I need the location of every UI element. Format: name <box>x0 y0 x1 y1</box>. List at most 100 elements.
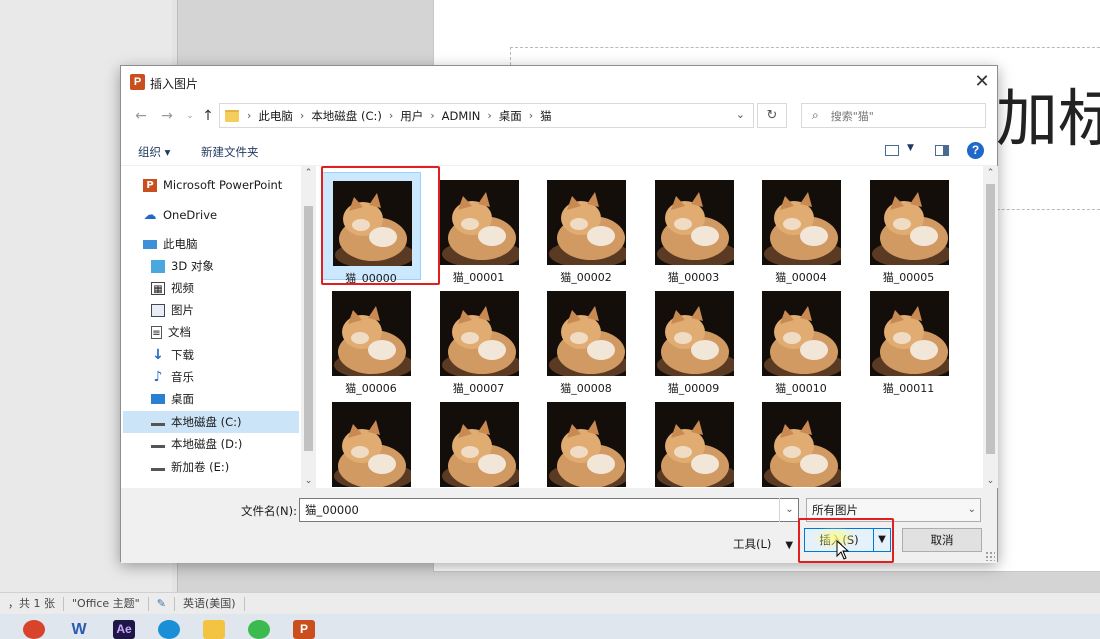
organize-button[interactable]: 组织 ▾ <box>138 144 170 160</box>
scrollbar-thumb[interactable] <box>304 206 313 451</box>
video-icon: ▦ <box>151 281 165 295</box>
powerpoint-icon: P <box>130 74 145 90</box>
nav-item-label: 桌面 <box>171 392 194 406</box>
file-item[interactable] <box>751 394 851 488</box>
drive-icon <box>151 418 165 426</box>
nav-item-label: 本地磁盘 (C:) <box>171 415 242 429</box>
refresh-button[interactable]: ↻ <box>757 103 787 128</box>
breadcrumb-this-pc[interactable]: 此电脑 <box>258 108 293 124</box>
file-item[interactable] <box>429 394 529 488</box>
nav-item-drive-e[interactable]: 新加卷 (E:) <box>123 456 299 478</box>
scrollbar-thumb[interactable] <box>986 184 995 454</box>
nav-item-label: 下载 <box>171 348 194 362</box>
file-item[interactable] <box>536 394 636 488</box>
chevron-down-icon[interactable]: ⌄ <box>301 476 316 486</box>
filename-input[interactable]: 猫_00000 <box>299 498 799 522</box>
breadcrumb-drive-c[interactable]: 本地磁盘 (C:) <box>311 108 382 124</box>
chevron-down-icon: ⌄ <box>967 504 976 515</box>
file-item[interactable]: 猫_00007 <box>429 283 529 395</box>
forward-button[interactable]: → <box>158 107 176 125</box>
chevron-down-icon[interactable]: ⌄ <box>779 498 799 522</box>
edge-icon[interactable] <box>158 620 180 639</box>
file-item[interactable]: 猫_00005 <box>859 172 959 284</box>
nav-item-downloads[interactable]: ↓ 下载 <box>123 344 299 366</box>
tools-button[interactable]: 工具(L) ▼ <box>733 536 793 552</box>
nav-item-label: Microsoft PowerPoint <box>163 178 283 192</box>
file-item[interactable]: 猫_00009 <box>644 283 744 395</box>
breadcrumb-admin[interactable]: ADMIN <box>442 109 481 123</box>
nav-item-powerpoint[interactable]: P Microsoft PowerPoint <box>123 174 299 196</box>
file-item[interactable] <box>321 394 421 488</box>
command-bar: 组织 ▾ 新建文件夹 ▼ ? <box>121 136 997 166</box>
chevron-down-icon[interactable]: ⌄ <box>736 108 745 121</box>
back-button[interactable]: ← <box>132 107 150 125</box>
mouse-cursor-icon <box>836 540 850 560</box>
file-thumbnail <box>332 402 411 487</box>
cube-icon <box>151 259 165 273</box>
download-icon: ↓ <box>152 346 164 363</box>
chevron-down-icon[interactable]: ⌄ <box>983 476 998 486</box>
highlight-selected-file <box>321 166 440 285</box>
picture-icon <box>151 303 165 317</box>
nav-item-drive-d[interactable]: 本地磁盘 (D:) <box>123 433 299 455</box>
breadcrumb-users[interactable]: 用户 <box>400 108 423 124</box>
file-thumbnail <box>332 291 411 376</box>
nav-item-3d-objects[interactable]: 3D 对象 <box>123 255 299 277</box>
file-item[interactable]: 猫_00006 <box>321 283 421 395</box>
nav-item-desktop[interactable]: 桌面 <box>123 388 299 410</box>
document-icon: ≡ <box>151 325 162 339</box>
nav-item-drive-c[interactable]: 本地磁盘 (C:) <box>123 411 299 433</box>
close-button[interactable]: ✕ <box>967 66 997 98</box>
chevron-up-icon[interactable]: ⌃ <box>983 168 998 178</box>
after-effects-icon[interactable]: Ae <box>113 620 135 639</box>
file-item[interactable]: 猫_00002 <box>536 172 636 284</box>
nav-pane-scrollbar[interactable]: ⌃ ⌄ <box>301 166 316 488</box>
cursor-highlight <box>813 526 857 550</box>
nav-item-this-pc[interactable]: 此电脑 <box>123 233 299 255</box>
chevron-up-icon[interactable]: ⌃ <box>301 168 316 178</box>
file-item[interactable]: 猫_00011 <box>859 283 959 395</box>
language[interactable]: 英语(美国) <box>175 596 245 611</box>
word-icon[interactable]: W <box>68 620 90 639</box>
nav-item-documents[interactable]: ≡ 文档 <box>123 321 299 343</box>
resize-grip[interactable] <box>985 551 995 561</box>
search-input[interactable]: ⌕ 搜索"猫" <box>801 103 986 128</box>
nav-item-onedrive[interactable]: ☁ OneDrive <box>123 204 299 226</box>
cancel-button[interactable]: 取消 <box>902 528 982 552</box>
file-explorer-icon[interactable] <box>203 620 225 639</box>
chevron-down-icon[interactable]: ▼ <box>907 143 914 153</box>
file-item[interactable]: 猫_00010 <box>751 283 851 395</box>
file-item[interactable]: 猫_00008 <box>536 283 636 395</box>
file-item[interactable]: 猫_00004 <box>751 172 851 284</box>
preview-pane-icon[interactable] <box>935 145 949 156</box>
breadcrumb-desktop[interactable]: 桌面 <box>499 108 522 124</box>
search-placeholder: 搜索"猫" <box>830 109 874 123</box>
nav-item-music[interactable]: ♪ 音乐 <box>123 366 299 388</box>
nav-item-label: 音乐 <box>171 370 194 384</box>
powerpoint-icon[interactable]: P <box>293 620 315 639</box>
file-item[interactable]: 猫_00003 <box>644 172 744 284</box>
file-thumbnail <box>439 180 519 265</box>
dialog-titlebar[interactable]: P 插入图片 ✕ <box>121 66 997 98</box>
navigation-bar: ← → ⌄ ↑ › 此电脑 › 本地磁盘 (C:) › 用户 › ADMIN ›… <box>121 100 997 132</box>
file-item[interactable] <box>644 394 744 488</box>
view-options-icon[interactable] <box>885 145 899 156</box>
up-button[interactable]: ↑ <box>199 107 217 125</box>
nav-item-label: 此电脑 <box>163 237 198 251</box>
recent-dropdown-button[interactable]: ⌄ <box>181 107 199 125</box>
breadcrumb-cat[interactable]: 猫 <box>540 108 552 124</box>
file-thumbnail <box>869 180 949 265</box>
spellcheck-icon[interactable]: ✎ <box>149 596 175 611</box>
wechat-icon[interactable] <box>248 620 270 639</box>
tools-label: 工具(L) <box>733 537 772 551</box>
music-icon: ♪ <box>153 368 163 385</box>
file-item[interactable]: 猫_00001 <box>429 172 529 284</box>
chevron-right-icon: › <box>528 109 534 122</box>
file-list-scrollbar[interactable]: ⌃ ⌄ <box>983 166 998 488</box>
nav-item-videos[interactable]: ▦ 视频 <box>123 277 299 299</box>
address-bar[interactable]: › 此电脑 › 本地磁盘 (C:) › 用户 › ADMIN › 桌面 › 猫 … <box>219 103 754 128</box>
help-icon[interactable]: ? <box>967 142 984 159</box>
wps-icon[interactable] <box>23 620 45 639</box>
nav-item-pictures[interactable]: 图片 <box>123 299 299 321</box>
new-folder-button[interactable]: 新建文件夹 <box>201 144 259 160</box>
